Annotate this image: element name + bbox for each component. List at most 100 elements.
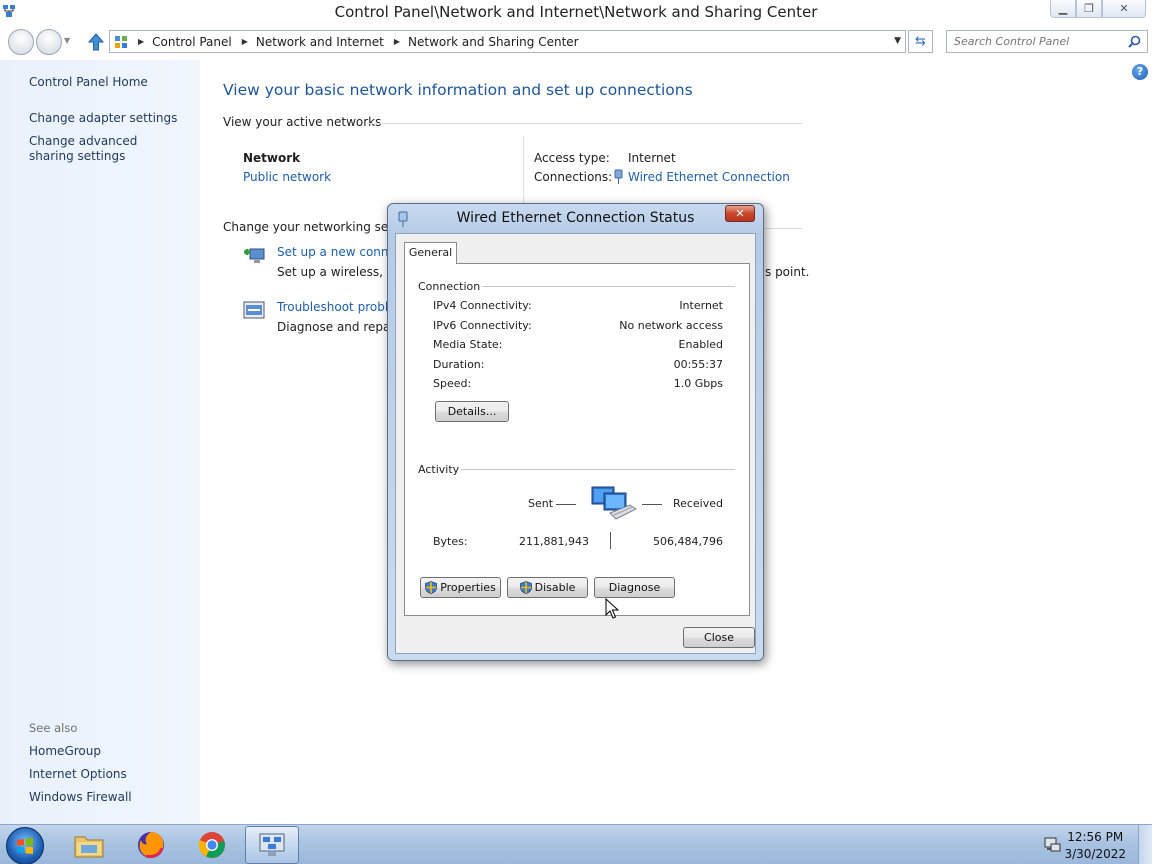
breadcrumb-network-and-internet[interactable]: Network and Internet (256, 35, 384, 49)
tab-general[interactable]: General (404, 242, 457, 264)
active-networks-label: View your active networks (223, 115, 382, 129)
minimize-icon: ▁ (1058, 2, 1068, 15)
firefox-icon (138, 832, 164, 859)
taskbar-control-panel[interactable] (245, 826, 299, 864)
ipv4-label: IPv4 Connectivity: (433, 299, 532, 312)
network-tray-icon[interactable] (1043, 836, 1061, 854)
back-button[interactable] (8, 29, 34, 55)
breadcrumb-control-panel[interactable]: Control Panel (152, 35, 232, 49)
tab-panel-general: Connection IPv4 Connectivity: Internet I… (404, 263, 750, 616)
access-type-value: Internet (628, 151, 676, 165)
sidebar-item-homegroup[interactable]: HomeGroup (29, 744, 189, 759)
setup-connection-desc-tail: s point. (765, 265, 810, 279)
close-window-button[interactable]: ✕ (1102, 0, 1146, 18)
help-icon[interactable]: ? (1132, 64, 1148, 80)
duration-label: Duration: (433, 358, 485, 371)
chevron-right-icon[interactable]: ▶ (394, 37, 400, 46)
address-row: ▼ ▶ Control Panel ▶ Network and Internet… (0, 26, 1152, 60)
address-bar[interactable]: ▶ Control Panel ▶ Network and Internet ▶… (109, 30, 906, 53)
taskbar-firefox[interactable] (124, 826, 178, 864)
show-desktop-button[interactable] (1138, 825, 1152, 864)
minimize-button[interactable]: ▁ (1050, 0, 1076, 18)
sidebar-item-change-adapter-settings[interactable]: Change adapter settings (29, 111, 189, 126)
windows-explorer-icon (74, 836, 104, 858)
clock-time: 12:56 PM (1067, 830, 1124, 844)
connection-status-dialog: Wired Ethernet Connection Status ✕ Gener… (387, 203, 764, 661)
bytes-sent-value: 211,881,943 (519, 535, 589, 548)
taskbar-chrome[interactable] (185, 826, 239, 864)
search-icon[interactable] (1128, 35, 1141, 48)
details-button[interactable]: Details... (435, 401, 509, 422)
search-box[interactable] (946, 30, 1148, 53)
change-settings-label: Change your networking settin (223, 220, 409, 234)
see-also-label: See also (29, 721, 78, 735)
setup-connection-link[interactable]: Set up a new connec (277, 245, 402, 259)
taskbar: 12:56 PM 3/30/2022 (0, 824, 1152, 864)
mouse-cursor-icon (605, 598, 619, 619)
control-panel-icon (115, 35, 127, 48)
network-computers-icon (591, 486, 637, 520)
address-dropdown-icon[interactable]: ▼ (894, 36, 901, 46)
chevron-right-icon[interactable]: ▶ (138, 37, 144, 46)
sidebar-item-change-advanced-sharing-settings[interactable]: Change advanced sharing settings (29, 134, 179, 164)
sidebar-item-control-panel-home[interactable]: Control Panel Home (29, 75, 189, 90)
recent-pages-dropdown[interactable]: ▼ (64, 36, 70, 45)
window-title: Control Panel\Network and Internet\Netwo… (334, 3, 818, 21)
sidebar-item-windows-firewall[interactable]: Windows Firewall (29, 790, 189, 805)
network-type-link[interactable]: Public network (243, 170, 331, 184)
sent-line (556, 504, 576, 505)
section-divider (762, 228, 802, 229)
disable-button[interactable]: Disable (507, 577, 588, 598)
sent-label: Sent (528, 497, 554, 510)
taskbar-windows-explorer[interactable] (62, 826, 116, 864)
received-label: Received (672, 497, 723, 510)
properties-button-label: Properties (440, 581, 496, 594)
ipv6-label: IPv6 Connectivity: (433, 319, 532, 332)
close-button[interactable]: Close (683, 627, 755, 648)
network-name: Network (243, 151, 301, 165)
section-divider (367, 123, 802, 124)
bytes-received-value: 506,484,796 (653, 535, 723, 548)
diagnose-button[interactable]: Diagnose (594, 577, 675, 598)
dialog-close-button[interactable]: ✕ (725, 205, 755, 222)
troubleshoot-icon (243, 301, 265, 319)
ipv4-value: Internet (679, 299, 723, 312)
sidebar: Control Panel Home Change adapter settin… (0, 60, 200, 824)
bytes-label: Bytes: (433, 535, 468, 548)
access-type-label: Access type: (534, 151, 610, 165)
ethernet-icon (614, 169, 623, 184)
close-icon: ✕ (735, 207, 745, 220)
refresh-icon: ⇆ (915, 34, 926, 49)
search-input[interactable] (947, 31, 1117, 52)
up-arrow-icon[interactable] (86, 32, 106, 52)
dialog-title: Wired Ethernet Connection Status (456, 210, 695, 226)
chrome-icon (198, 832, 225, 858)
connection-link[interactable]: Wired Ethernet Connection (628, 170, 790, 184)
refresh-button[interactable]: ⇆ (908, 30, 933, 53)
ipv6-value: No network access (619, 319, 723, 332)
maximize-icon: ❐ (1084, 2, 1094, 15)
properties-button[interactable]: Properties (420, 577, 501, 598)
speed-value: 1.0 Gbps (673, 377, 723, 390)
shield-icon (425, 581, 438, 594)
start-button[interactable] (6, 827, 44, 864)
shield-icon (519, 581, 532, 594)
dialog-body: General Connection IPv4 Connectivity: In… (395, 233, 756, 654)
media-state-label: Media State: (433, 338, 503, 351)
received-line (642, 504, 662, 505)
breadcrumb-network-and-sharing-center[interactable]: Network and Sharing Center (408, 35, 579, 49)
control-panel-icon (259, 833, 285, 856)
media-state-value: Enabled (678, 338, 723, 351)
title-bar: Control Panel\Network and Internet\Netwo… (0, 0, 1152, 26)
clock-date: 3/30/2022 (1064, 847, 1126, 861)
chevron-right-icon[interactable]: ▶ (242, 37, 248, 46)
connection-group-label: Connection (418, 280, 481, 293)
maximize-button[interactable]: ❐ (1076, 0, 1102, 18)
connections-label: Connections: (534, 170, 613, 184)
bytes-divider (610, 532, 611, 549)
sidebar-item-internet-options[interactable]: Internet Options (29, 767, 189, 782)
troubleshoot-link[interactable]: Troubleshoot probler (277, 300, 400, 314)
forward-button[interactable] (36, 29, 62, 55)
activity-group-label: Activity (418, 463, 460, 476)
system-clock[interactable]: 12:56 PM 3/30/2022 (1064, 829, 1126, 863)
